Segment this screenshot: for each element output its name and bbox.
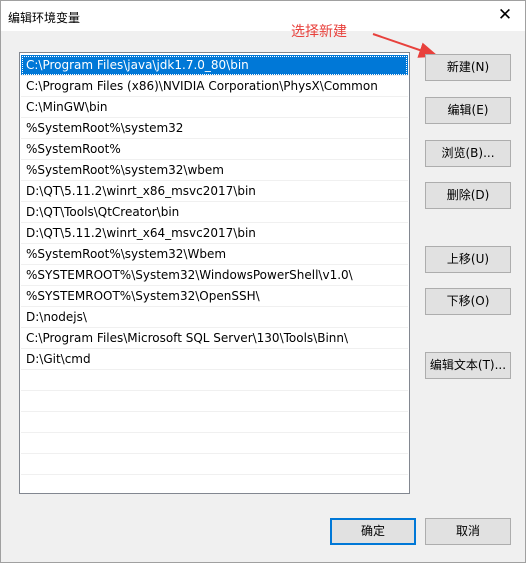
path-list-item[interactable]: C:\Program Files (x86)\NVIDIA Corporatio…	[21, 76, 408, 97]
edit-environment-variable-dialog: 编辑环境变量 ✕ 选择新建 C:\Program Files\java\jdk1…	[0, 0, 526, 563]
title-bar: 编辑环境变量 ✕	[1, 1, 525, 31]
edit-text-button[interactable]: 编辑文本(T)...	[425, 352, 511, 379]
empty-list-row[interactable]	[21, 391, 408, 412]
empty-list-row[interactable]	[21, 454, 408, 475]
path-list-item[interactable]: C:\Program Files\Microsoft SQL Server\13…	[21, 328, 408, 349]
dialog-title: 编辑环境变量	[8, 11, 81, 25]
edit-button[interactable]: 编辑(E)	[425, 97, 511, 124]
new-button[interactable]: 新建(N)	[425, 54, 511, 81]
path-list-item[interactable]: %SystemRoot%\system32\wbem	[21, 160, 408, 181]
path-list-item[interactable]: D:\Git\cmd	[21, 349, 408, 370]
path-list-item[interactable]: %SYSTEMROOT%\System32\WindowsPowerShell\…	[21, 265, 408, 286]
path-list-item[interactable]: D:\QT\Tools\QtCreator\bin	[21, 202, 408, 223]
path-list-item[interactable]: C:\Program Files\java\jdk1.7.0_80\bin	[21, 55, 408, 76]
browse-button[interactable]: 浏览(B)...	[425, 140, 511, 167]
cancel-button[interactable]: 取消	[425, 518, 511, 545]
path-list-item[interactable]: D:\QT\5.11.2\winrt_x64_msvc2017\bin	[21, 223, 408, 244]
empty-list-row[interactable]	[21, 370, 408, 391]
path-list-item[interactable]: D:\nodejs\	[21, 307, 408, 328]
path-list-item[interactable]: D:\QT\5.11.2\winrt_x86_msvc2017\bin	[21, 181, 408, 202]
empty-list-row[interactable]	[21, 412, 408, 433]
empty-list-row[interactable]	[21, 433, 408, 454]
move-down-button[interactable]: 下移(O)	[425, 288, 511, 315]
empty-list-row[interactable]	[21, 475, 408, 496]
path-list-item[interactable]: %SystemRoot%	[21, 139, 408, 160]
delete-button[interactable]: 删除(D)	[425, 182, 511, 209]
ok-button[interactable]: 确定	[330, 518, 416, 545]
annotation-label: 选择新建	[291, 24, 347, 40]
path-list-item[interactable]: %SystemRoot%\system32	[21, 118, 408, 139]
path-list-item[interactable]: %SystemRoot%\system32\Wbem	[21, 244, 408, 265]
close-icon[interactable]: ✕	[495, 5, 515, 25]
path-list-item[interactable]: %SYSTEMROOT%\System32\OpenSSH\	[21, 286, 408, 307]
path-list[interactable]: C:\Program Files\java\jdk1.7.0_80\bin C:\…	[19, 52, 410, 496]
move-up-button[interactable]: 上移(U)	[425, 246, 511, 273]
path-list-item[interactable]: C:\MinGW\bin	[21, 97, 408, 118]
